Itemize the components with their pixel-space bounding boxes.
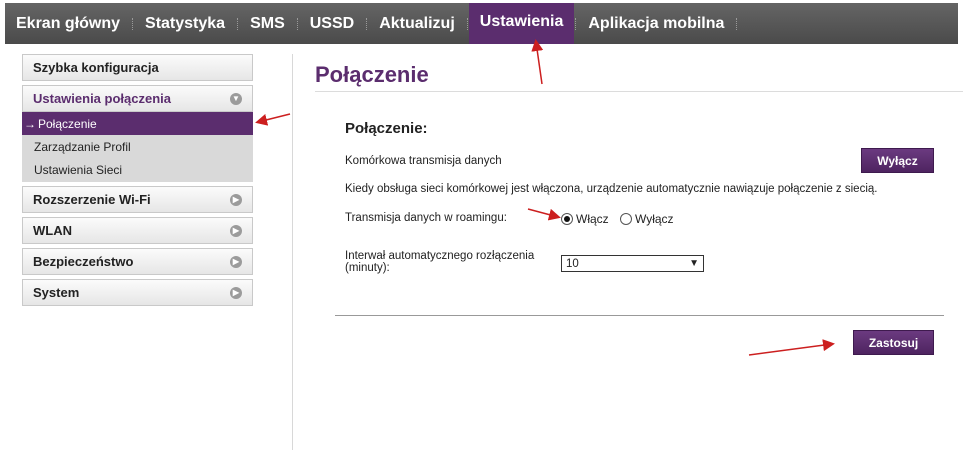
annotation-arrow-settings: [531, 39, 544, 85]
annotation-arrow-roaming: [527, 208, 561, 221]
annotation-arrow-apply: [748, 339, 835, 356]
annotation-arrows: [255, 39, 835, 356]
annotation-arrow-connection: [255, 113, 291, 126]
